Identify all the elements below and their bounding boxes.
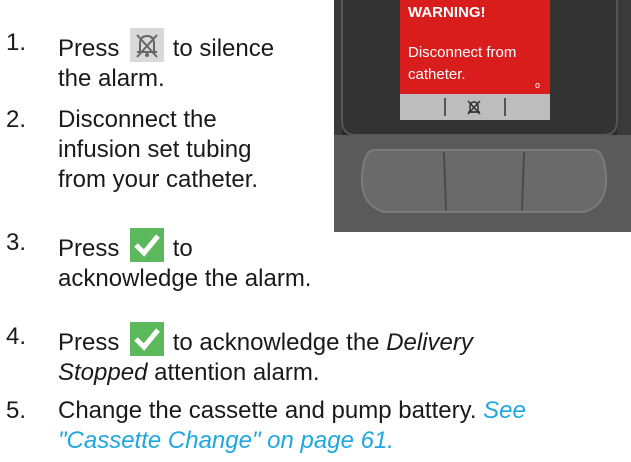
- step-text: Press to acknowledge the alarm.: [58, 228, 311, 294]
- step-text-line2: the alarm.: [58, 65, 165, 92]
- screen-message-line2: catheter.: [408, 66, 466, 83]
- pump-device-illustration: WARNING! Disconnect from catheter. o: [334, 0, 631, 232]
- step-text-post: to: [172, 235, 193, 262]
- step-text-italic: Delivery: [386, 329, 473, 356]
- softkey-separator: [504, 98, 506, 116]
- device-screen: WARNING! Disconnect from catheter. o: [400, 0, 550, 120]
- mute-alarm-icon: [130, 28, 165, 62]
- screen-message-line1: Disconnect from: [408, 44, 517, 61]
- step-text-italic: Stopped: [58, 359, 148, 386]
- step-text: Press to acknowledge the Delivery Stoppe…: [58, 322, 473, 388]
- step-text-post: to silence: [172, 35, 275, 62]
- step-text-pre: Press: [58, 329, 120, 356]
- step-number: 5.: [6, 397, 27, 424]
- step-text-line1: Disconnect the: [58, 106, 217, 133]
- screen-softkey-bar: [400, 94, 550, 120]
- step-number: 1.: [6, 29, 27, 56]
- step-text-post: to acknowledge the: [172, 329, 380, 356]
- step-text: Change the cassette and pump battery. Se…: [58, 396, 526, 456]
- step-text-line2: infusion set tubing: [58, 136, 252, 163]
- step-text-line1: Change the cassette and pump battery.: [58, 397, 477, 424]
- screen-marker: o: [534, 80, 540, 90]
- checkmark-icon: [130, 322, 165, 356]
- step-number: 3.: [6, 229, 27, 256]
- screen-message: Disconnect from catheter.: [408, 42, 548, 86]
- screen-title: WARNING!: [408, 4, 486, 21]
- cross-reference-link[interactable]: "Cassette Change" on page 61.: [58, 427, 394, 454]
- step-text: Disconnect the infusion set tubing from …: [58, 105, 258, 195]
- step-text-pre: Press: [58, 235, 120, 262]
- step-number: 2.: [6, 106, 27, 133]
- step-number: 4.: [6, 323, 27, 350]
- cross-reference-link[interactable]: See: [483, 397, 526, 424]
- step-text-line3: from your catheter.: [58, 166, 259, 193]
- step-text-pre: Press: [58, 35, 120, 62]
- softkey-separator: [444, 98, 446, 116]
- step-text: Press to silence the alarm.: [58, 28, 274, 94]
- step-text-line2: acknowledge the alarm.: [58, 265, 312, 292]
- checkmark-icon: [130, 228, 165, 262]
- step-text-line2: attention alarm.: [154, 359, 320, 386]
- mute-alarm-icon[interactable]: [464, 97, 484, 122]
